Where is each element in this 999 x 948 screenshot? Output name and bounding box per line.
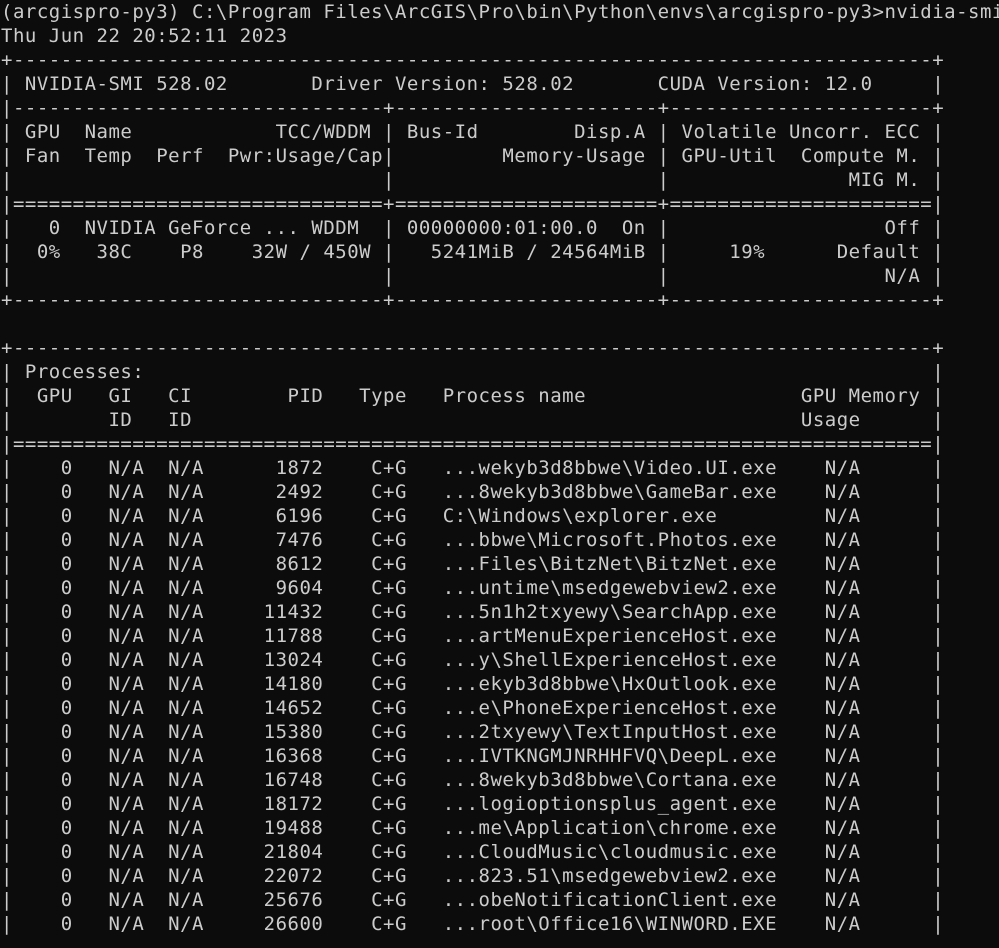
output-line: | ID ID Usage | xyxy=(1,409,945,431)
output-line: | 0 N/A N/A 8612 C+G ...Files\BitzNet\Bi… xyxy=(1,553,945,575)
output-line: | GPU GI CI PID Type Process name GPU Me… xyxy=(1,385,945,407)
output-line: | 0 N/A N/A 14652 C+G ...e\PhoneExperien… xyxy=(1,697,945,719)
output-line: | 0 N/A N/A 1872 C+G ...wekyb3d8bbwe\Vid… xyxy=(1,457,945,479)
output-line: | NVIDIA-SMI 528.02 Driver Version: 528.… xyxy=(1,73,945,95)
output-line: | 0 N/A N/A 2492 C+G ...8wekyb3d8bbwe\Ga… xyxy=(1,481,945,503)
output-line: | 0 N/A N/A 18172 C+G ...logioptionsplus… xyxy=(1,793,945,815)
output-line: | 0 N/A N/A 16368 C+G ...IVTKNGMJNRHHFVQ… xyxy=(1,745,945,767)
output-line: | 0 N/A N/A 25676 C+G ...obeNotification… xyxy=(1,889,945,911)
output-line: |-------------------------------+-------… xyxy=(1,97,945,119)
output-line: +---------------------------------------… xyxy=(1,49,945,71)
output-line: | 0% 38C P8 32W / 450W | 5241MiB / 24564… xyxy=(1,241,945,263)
output-line: | 0 N/A N/A 13024 C+G ...y\ShellExperien… xyxy=(1,649,945,671)
output-line: | 0 N/A N/A 21804 C+G ...CloudMusic\clou… xyxy=(1,841,945,863)
output-line: | | | MIG M. | xyxy=(1,169,945,191)
output-line: | Fan Temp Perf Pwr:Usage/Cap| Memory-Us… xyxy=(1,145,945,167)
output-line: | 0 N/A N/A 11788 C+G ...artMenuExperien… xyxy=(1,625,945,647)
nvidia-smi-output: +---------------------------------------… xyxy=(0,48,999,936)
output-line: | 0 N/A N/A 9604 C+G ...untime\msedgeweb… xyxy=(1,577,945,599)
command-prompt: (arcgispro-py3) C:\Program Files\ArcGIS\… xyxy=(1,1,999,23)
output-line: | 0 N/A N/A 15380 C+G ...2txyewy\TextInp… xyxy=(1,721,945,743)
output-line: |=======================================… xyxy=(1,433,945,455)
output-line: | 0 N/A N/A 19488 C+G ...me\Application\… xyxy=(1,817,945,839)
output-line: | 0 N/A N/A 7476 C+G ...bbwe\Microsoft.P… xyxy=(1,529,945,551)
timestamp: Thu Jun 22 20:52:11 2023 xyxy=(1,25,288,47)
output-line: +-------------------------------+-------… xyxy=(1,289,945,311)
output-line: |===============================+=======… xyxy=(1,193,945,215)
output-line: | GPU Name TCC/WDDM | Bus-Id Disp.A | Vo… xyxy=(1,121,945,143)
console-window[interactable]: (arcgispro-py3) C:\Program Files\ArcGIS\… xyxy=(0,0,999,948)
output-line: | 0 N/A N/A 16748 C+G ...8wekyb3d8bbwe\C… xyxy=(1,769,945,791)
output-line: | 0 N/A N/A 11432 C+G ...5n1h2txyewy\Sea… xyxy=(1,601,945,623)
output-line: | 0 N/A N/A 22072 C+G ...823.51\msedgewe… xyxy=(1,865,945,887)
output-line: +---------------------------------------… xyxy=(1,337,945,359)
output-line: | 0 N/A N/A 26600 C+G ...root\Office16\W… xyxy=(1,913,945,935)
output-line: | 0 NVIDIA GeForce ... WDDM | 00000000:0… xyxy=(1,217,945,239)
output-line: | 0 N/A N/A 6196 C+G C:\Windows\explorer… xyxy=(1,505,945,527)
output-line: | | | N/A | xyxy=(1,265,945,287)
output-line: | Processes: | xyxy=(1,361,945,383)
output-line: | 0 N/A N/A 14180 C+G ...ekyb3d8bbwe\HxO… xyxy=(1,673,945,695)
